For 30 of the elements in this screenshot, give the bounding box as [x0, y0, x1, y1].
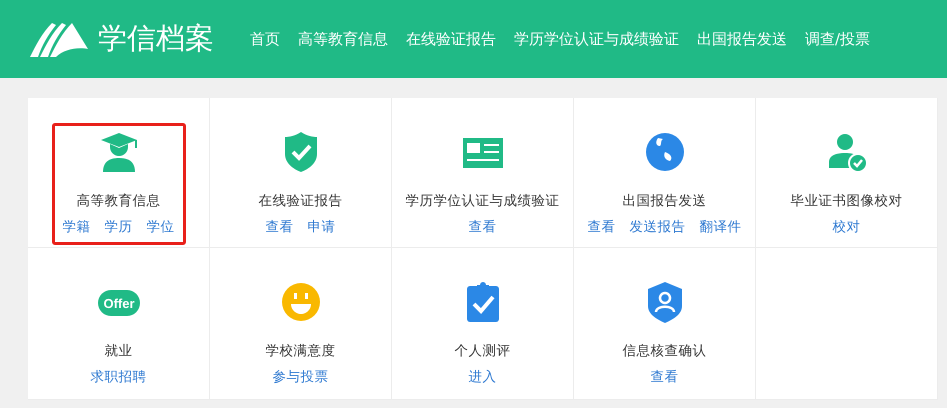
service-title: 毕业证书图像校对 [790, 192, 902, 210]
service-title: 学历学位认证与成绩验证 [406, 192, 560, 210]
service-link[interactable]: 学历 [104, 218, 132, 236]
nav-link[interactable]: 在线验证报告 [406, 30, 496, 48]
service-title: 在线验证报告 [258, 192, 342, 210]
service-link[interactable]: 学籍 [62, 218, 90, 236]
nav-link[interactable]: 出国报告发送 [697, 30, 787, 48]
service-title: 信息核查确认 [622, 342, 706, 360]
service-title: 就业 [104, 342, 132, 360]
site-title: 学信档案 [98, 20, 214, 57]
service-link[interactable]: 查看 [588, 218, 616, 236]
service-link[interactable]: 查看 [468, 218, 496, 236]
service-link[interactable]: 查看 [266, 218, 294, 236]
service-link[interactable]: 校对 [832, 218, 860, 236]
service-title: 个人测评 [454, 342, 510, 360]
service-title: 高等教育信息 [76, 192, 160, 210]
nav-link[interactable]: 调查/投票 [805, 30, 870, 48]
nav-link[interactable]: 高等教育信息 [298, 30, 388, 48]
service-link[interactable]: 学位 [146, 218, 174, 236]
service-title: 学校满意度 [266, 342, 336, 360]
service-link[interactable]: 查看 [650, 368, 678, 386]
service-link[interactable]: 进入 [468, 368, 496, 386]
service-link[interactable]: 发送报告 [630, 218, 686, 236]
service-link[interactable]: 参与投票 [272, 368, 328, 386]
service-title: 出国报告发送 [622, 192, 706, 210]
service-link[interactable]: 翻译件 [700, 218, 742, 236]
service-link[interactable]: 求职招聘 [90, 368, 146, 386]
nav-link[interactable]: 学历学位认证与成绩验证 [514, 30, 679, 48]
service-link[interactable]: 申请 [308, 218, 336, 236]
nav-link[interactable]: 首页 [250, 30, 280, 48]
